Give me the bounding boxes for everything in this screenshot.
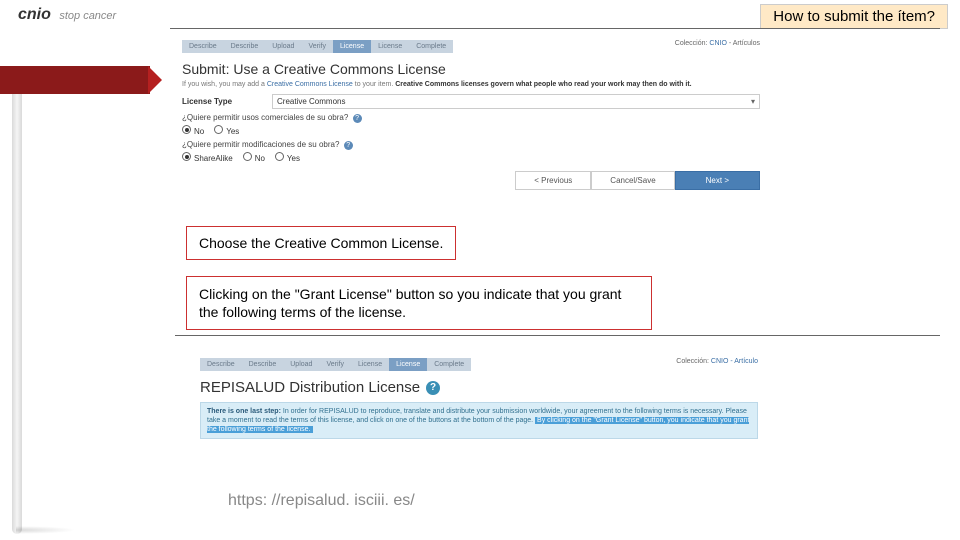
help-icon[interactable]: ? bbox=[426, 381, 440, 395]
tab-describe-2[interactable]: Describe bbox=[242, 358, 284, 371]
intro-text: If you wish, you may add a bbox=[182, 81, 267, 88]
radio-yes-label-2: Yes bbox=[287, 154, 300, 163]
radio-yes[interactable] bbox=[214, 125, 223, 134]
tab-complete[interactable]: Complete bbox=[427, 358, 471, 371]
radio-no-label: No bbox=[194, 127, 204, 136]
breadcrumb: Colección: CNIO - Artículo bbox=[676, 358, 758, 365]
banner-bold: There is one last step: bbox=[207, 408, 281, 415]
screenshot-distribution-license: Colección: CNIO - Artículo Describe Desc… bbox=[194, 354, 764, 443]
tab-license-2[interactable]: License bbox=[371, 40, 409, 53]
decor-stem bbox=[12, 94, 22, 534]
cancel-save-button[interactable]: Cancel/Save bbox=[591, 171, 674, 190]
radio-yes-2[interactable] bbox=[275, 152, 284, 161]
tab-describe[interactable]: Describe bbox=[182, 40, 224, 53]
license-type-label: License Type bbox=[182, 97, 272, 106]
radio-no-2[interactable] bbox=[243, 152, 252, 161]
footer-url: https: //repisalud. isciii. es/ bbox=[228, 492, 415, 510]
tab-upload[interactable]: Upload bbox=[265, 40, 301, 53]
tab-describe-2[interactable]: Describe bbox=[224, 40, 266, 53]
tab-license[interactable]: License bbox=[351, 358, 389, 371]
brand-logo: cnio stop cancer bbox=[18, 6, 116, 24]
brand-name: cnio bbox=[18, 6, 51, 23]
radio-no-label-2: No bbox=[255, 154, 265, 163]
question-modifications: ¿Quiere permitir modificaciones de su ob… bbox=[182, 140, 760, 150]
question-commercial-text: ¿Quiere permitir usos comerciales de su … bbox=[182, 113, 348, 122]
tab-license-2[interactable]: License bbox=[389, 358, 427, 371]
radio-group-modifications: ShareAlike No Yes bbox=[182, 152, 760, 163]
help-icon[interactable]: ? bbox=[353, 114, 362, 123]
screenshot-license-step: Colección: CNIO - Artículos Describe Des… bbox=[176, 36, 766, 198]
annotation-choose: Choose the Creative Common License. bbox=[186, 226, 456, 260]
form-heading-text: REPISALUD Distribution License bbox=[200, 379, 420, 396]
question-modifications-text: ¿Quiere permitir modificaciones de su ob… bbox=[182, 140, 339, 149]
radio-no[interactable] bbox=[182, 125, 191, 134]
breadcrumb: Colección: CNIO - Artículos bbox=[675, 40, 760, 47]
divider bbox=[170, 28, 940, 29]
breadcrumb-suffix: Artículos bbox=[733, 40, 760, 47]
breadcrumb-link[interactable]: CNIO - Artículo bbox=[711, 358, 758, 365]
help-icon[interactable]: ? bbox=[344, 141, 353, 150]
tab-verify[interactable]: Verify bbox=[319, 358, 351, 371]
previous-button[interactable]: < Previous bbox=[515, 171, 591, 190]
breadcrumb-label: Colección: bbox=[675, 40, 708, 47]
tab-license[interactable]: License bbox=[333, 40, 371, 53]
form-heading: Submit: Use a Creative Commons License bbox=[182, 61, 760, 77]
form-buttons: < Previous Cancel/Save Next > bbox=[182, 171, 760, 190]
license-type-select[interactable]: Creative Commons bbox=[272, 94, 760, 109]
tab-describe[interactable]: Describe bbox=[200, 358, 242, 371]
brand-tagline: stop cancer bbox=[59, 10, 116, 22]
tab-complete[interactable]: Complete bbox=[409, 40, 453, 53]
question-commercial: ¿Quiere permitir usos comerciales de su … bbox=[182, 113, 760, 123]
intro-bold: Creative Commons licenses govern what pe… bbox=[395, 81, 691, 88]
page-title: How to submit the ítem? bbox=[760, 4, 948, 29]
radio-sharealike[interactable] bbox=[182, 152, 191, 161]
radio-sharealike-label: ShareAlike bbox=[194, 154, 233, 163]
radio-group-commercial: No Yes bbox=[182, 125, 760, 136]
radio-yes-label: Yes bbox=[226, 127, 239, 136]
intro-text-2: to your item. bbox=[355, 81, 395, 88]
decor-arrow bbox=[148, 66, 162, 94]
slide-decor bbox=[0, 26, 155, 516]
breadcrumb-link[interactable]: CNIO bbox=[709, 40, 727, 47]
divider bbox=[175, 335, 940, 336]
form-intro: If you wish, you may add a Creative Comm… bbox=[182, 81, 760, 88]
info-banner: There is one last step: In order for REP… bbox=[200, 402, 758, 439]
decor-shadow bbox=[16, 526, 76, 534]
annotation-grant: Clicking on the "Grant License" button s… bbox=[186, 276, 652, 330]
breadcrumb-label: Colección: bbox=[676, 358, 709, 365]
next-button[interactable]: Next > bbox=[675, 171, 760, 190]
decor-bar bbox=[0, 66, 150, 94]
form-heading: REPISALUD Distribution License ? bbox=[200, 379, 758, 396]
wizard-tabs: Describe Describe Upload Verify License … bbox=[182, 40, 760, 53]
tab-upload[interactable]: Upload bbox=[283, 358, 319, 371]
wizard-tabs: Describe Describe Upload Verify License … bbox=[200, 358, 758, 371]
cc-link[interactable]: Creative Commons License bbox=[267, 81, 353, 88]
tab-verify[interactable]: Verify bbox=[301, 40, 333, 53]
license-type-row: License Type Creative Commons bbox=[182, 94, 760, 109]
